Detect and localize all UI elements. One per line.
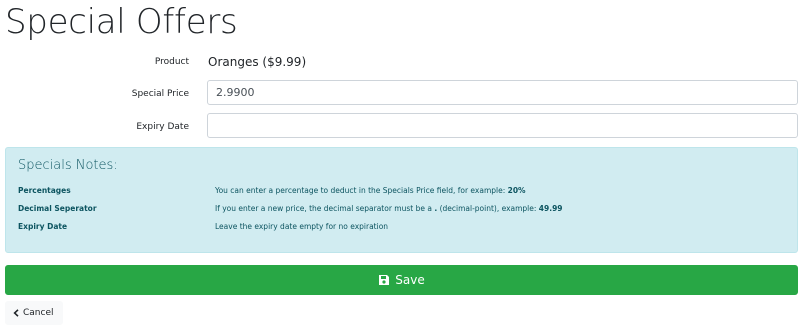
note-term: Percentages (18, 186, 71, 195)
expiry-date-label: Expiry Date (136, 122, 189, 132)
special-price-input[interactable] (207, 80, 798, 105)
product-value: Oranges ($9.99) (208, 55, 307, 69)
chevron-left-icon (13, 309, 19, 317)
product-label: Product (154, 57, 189, 67)
floppy-disk-icon (378, 274, 390, 286)
expiry-date-row: Expiry Date (0, 113, 800, 143)
note-description: Leave the expiry date empty for no expir… (215, 222, 389, 231)
note-term: Decimal Seperator (18, 204, 97, 213)
cancel-button[interactable]: Cancel (5, 301, 63, 325)
note-description: You can enter a percentage to deduct in … (215, 186, 526, 195)
special-price-row: Special Price (0, 80, 800, 110)
expiry-date-input[interactable] (207, 113, 798, 138)
specials-notes-panel: Specials Notes: Percentages You can ente… (5, 147, 798, 253)
note-item-percentages: Percentages You can enter a percentage t… (18, 184, 788, 198)
note-description: If you enter a new price, the decimal se… (215, 204, 563, 213)
product-row: Product Oranges ($9.99) (0, 48, 800, 78)
page-title: Special Offers (5, 2, 238, 42)
note-item-expiry-date: Expiry Date Leave the expiry date empty … (18, 220, 788, 234)
note-term: Expiry Date (18, 222, 68, 231)
save-label: Save (395, 273, 425, 287)
note-item-decimal-separator: Decimal Seperator If you enter a new pri… (18, 202, 788, 216)
save-button[interactable]: Save (5, 265, 798, 295)
cancel-label: Cancel (23, 308, 54, 318)
special-price-label: Special Price (131, 89, 189, 99)
notes-heading: Specials Notes: (18, 158, 118, 173)
